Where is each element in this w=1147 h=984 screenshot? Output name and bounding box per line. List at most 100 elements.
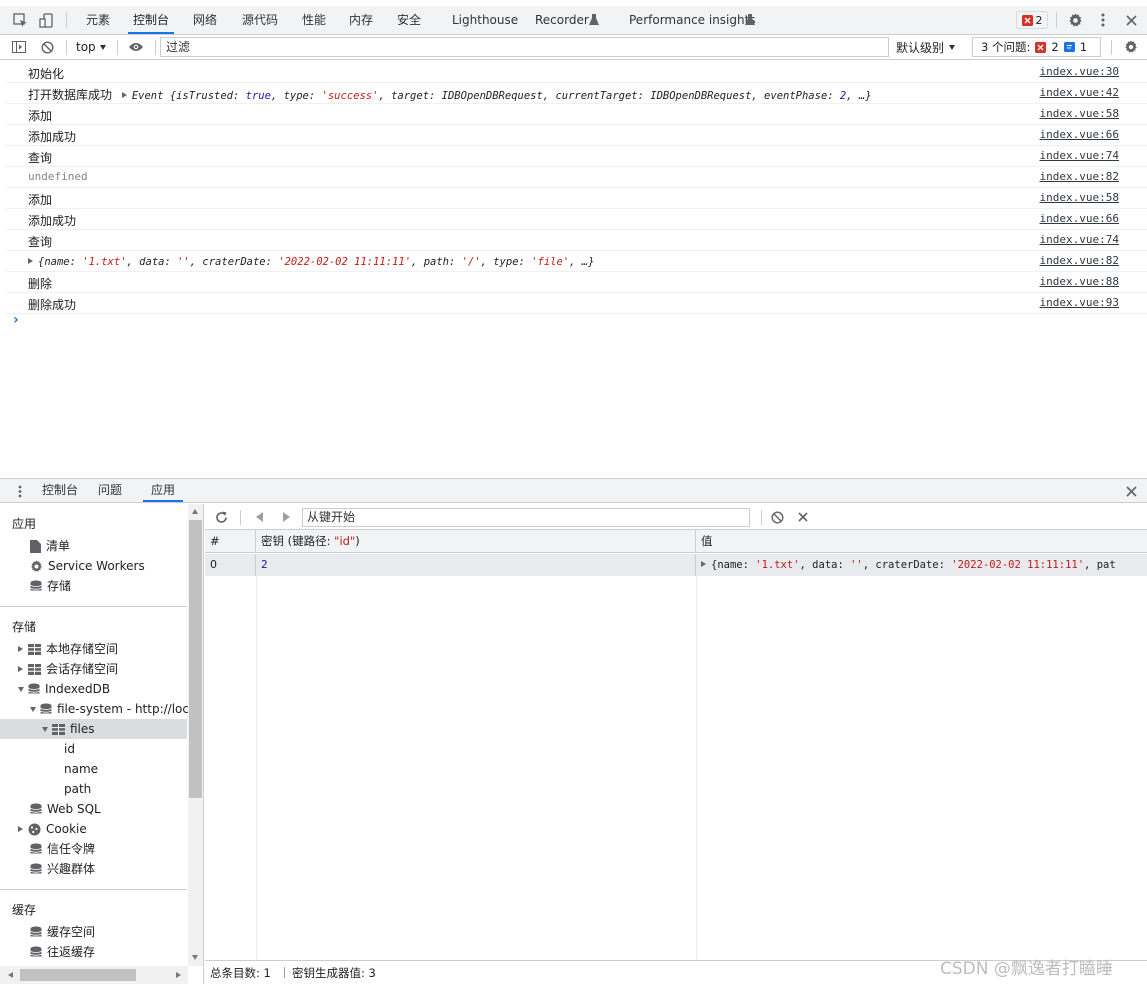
table-row-value-cell[interactable]: {name: '1.txt', data: '', craterDate: '2… <box>696 554 1147 576</box>
message-text: 初始化 <box>28 67 65 81</box>
table-row-index-cell[interactable]: 0 <box>205 554 256 576</box>
console-message: 删除成功 index.vue:93 <box>6 293 1147 314</box>
source-link[interactable]: index.vue:58 <box>1040 191 1119 204</box>
sidebar-item-index-name[interactable]: name <box>64 759 98 779</box>
source-link[interactable]: index.vue:88 <box>1040 275 1119 288</box>
scroll-up-arrow-icon[interactable] <box>192 509 198 514</box>
sidebar-item-object-store-files[interactable]: files <box>0 719 187 739</box>
expand-triangle-icon <box>18 666 23 672</box>
error-counter-button[interactable]: 2 <box>1016 11 1048 29</box>
tab-recorder[interactable]: Recorder <box>535 6 589 34</box>
scrollbar-thumb[interactable] <box>189 520 202 798</box>
issues-counter-button[interactable]: 3 个问题: 2 1 <box>972 37 1101 57</box>
section-title-storage: 存储 <box>12 620 37 634</box>
info-message-icon <box>1063 41 1075 52</box>
sidebar-item-database-file-system[interactable]: file-system - http://local <box>30 699 200 719</box>
column-header-key[interactable]: 密钥 (键路径: "id") <box>256 530 696 553</box>
previous-page-icon[interactable] <box>253 509 267 525</box>
sidebar-horizontal-scrollbar[interactable] <box>0 966 188 984</box>
sidebar-vertical-scrollbar[interactable] <box>188 504 203 966</box>
sidebar-item-local-storage[interactable]: 本地存储空间 <box>18 639 118 659</box>
drawer-tabbar: 控制台 问题 应用 <box>0 478 1147 503</box>
sidebar-item-cookie[interactable]: Cookie <box>18 819 87 839</box>
drawer-menu-icon[interactable] <box>14 483 26 499</box>
context-selector[interactable]: top <box>76 39 110 55</box>
sidebar-item-service-workers[interactable]: Service Workers <box>30 556 145 576</box>
clear-object-store-icon[interactable] <box>769 509 785 525</box>
expand-triangle-icon <box>18 646 23 652</box>
sidebar-item-cache-storage[interactable]: 缓存空间 <box>30 922 95 942</box>
sidebar-item-web-sql[interactable]: Web SQL <box>30 799 101 819</box>
tab-lighthouse[interactable]: Lighthouse <box>452 6 518 34</box>
source-link[interactable]: index.vue:82 <box>1040 254 1119 267</box>
inspect-element-icon[interactable] <box>12 12 28 28</box>
device-toolbar-icon[interactable] <box>38 12 54 28</box>
scrollbar-thumb[interactable] <box>20 969 136 981</box>
sidebar-toggle-icon[interactable] <box>10 39 28 55</box>
close-devtools-icon[interactable] <box>1122 11 1140 29</box>
sidebar-item-back-forward-cache[interactable]: 往返缓存 <box>30 942 95 962</box>
sidebar-item-storage[interactable]: 存储 <box>30 576 71 596</box>
source-link[interactable]: index.vue:42 <box>1040 86 1119 99</box>
tab-memory[interactable]: 内存 <box>347 6 375 34</box>
drawer-tab-console[interactable]: 控制台 <box>42 479 78 502</box>
console-message: undefined index.vue:82 <box>6 167 1147 188</box>
source-link[interactable]: index.vue:30 <box>1040 65 1119 78</box>
message-label: 打开数据库成功 <box>28 88 113 102</box>
sidebar-item-session-storage[interactable]: 会话存储空间 <box>18 659 118 679</box>
drawer-tab-issues[interactable]: 问题 <box>98 479 122 502</box>
drawer-tab-application[interactable]: 应用 <box>143 479 184 502</box>
dropdown-arrow-icon <box>99 44 106 50</box>
tab-elements[interactable]: 元素 <box>84 6 112 34</box>
sidebar-item-manifest[interactable]: 清单 <box>30 536 70 556</box>
application-sidebar: 应用 清单 Service Workers 存储 存储 本地存储空间 会话存储空… <box>0 504 204 984</box>
tab-performance[interactable]: 性能 <box>300 6 328 34</box>
gear-icon <box>31 559 42 572</box>
close-drawer-icon[interactable] <box>1123 484 1139 498</box>
source-link[interactable]: index.vue:74 <box>1040 149 1119 162</box>
source-link[interactable]: index.vue:82 <box>1040 170 1119 183</box>
tab-performance-insights[interactable]: Performance insights <box>629 6 756 34</box>
file-object-preview[interactable]: {name: '1.txt', data: '', craterDate: '2… <box>28 256 594 268</box>
tab-console[interactable]: 控制台 <box>128 6 174 34</box>
source-link[interactable]: index.vue:74 <box>1040 233 1119 246</box>
database-icon <box>30 926 42 937</box>
tab-sources[interactable]: 源代码 <box>240 6 280 34</box>
log-levels-dropdown[interactable]: 默认级别 <box>896 39 959 55</box>
tab-network[interactable]: 网络 <box>191 6 219 34</box>
table-grid-icon <box>28 663 41 675</box>
console-message: 初始化 index.vue:30 <box>6 62 1147 83</box>
scroll-right-arrow-icon[interactable] <box>176 972 181 978</box>
next-page-icon[interactable] <box>279 509 293 525</box>
sidebar-item-interest-groups[interactable]: 兴趣群体 <box>30 859 95 879</box>
console-filter-input[interactable]: 过滤 <box>160 37 889 57</box>
settings-gear-icon[interactable] <box>1066 11 1084 29</box>
sidebar-item-index-id[interactable]: id <box>64 739 75 759</box>
delete-selected-icon[interactable] <box>795 509 811 525</box>
live-expression-eye-icon[interactable] <box>126 39 146 55</box>
indexeddb-status-bar: 总条目数: 1 密钥生成器值: 3 CSDN @飘逸者打瞌睡 <box>205 959 1147 984</box>
clear-console-icon[interactable] <box>38 39 56 55</box>
column-header-index[interactable]: # <box>205 530 256 553</box>
scroll-left-arrow-icon[interactable] <box>8 972 13 978</box>
event-object-preview[interactable]: Event {isTrusted: true, type: 'success',… <box>121 90 872 102</box>
table-row-key-cell[interactable]: 2 <box>256 554 696 576</box>
source-link[interactable]: index.vue:66 <box>1040 128 1119 141</box>
column-header-value[interactable]: 值 <box>696 530 1147 553</box>
more-options-icon[interactable] <box>1094 11 1112 29</box>
sidebar-item-index-path[interactable]: path <box>64 779 91 799</box>
scroll-down-arrow-icon[interactable] <box>192 955 198 960</box>
console-prompt[interactable]: › <box>13 312 19 328</box>
devtools-main-toolbar: 元素 控制台 网络 源代码 性能 内存 安全 Lighthouse Record… <box>0 6 1147 35</box>
refresh-icon[interactable] <box>213 509 229 525</box>
source-link[interactable]: index.vue:58 <box>1040 107 1119 120</box>
source-link[interactable]: index.vue:93 <box>1040 296 1119 309</box>
flask-icon <box>744 13 756 27</box>
source-link[interactable]: index.vue:66 <box>1040 212 1119 225</box>
start-from-key-input[interactable]: 从键开始 <box>302 508 750 527</box>
error-count: 2 <box>1035 13 1043 27</box>
sidebar-item-indexeddb[interactable]: IndexedDB <box>18 679 110 699</box>
console-settings-gear-icon[interactable] <box>1122 39 1140 55</box>
sidebar-item-trust-tokens[interactable]: 信任令牌 <box>30 839 95 859</box>
tab-security[interactable]: 安全 <box>395 6 423 34</box>
